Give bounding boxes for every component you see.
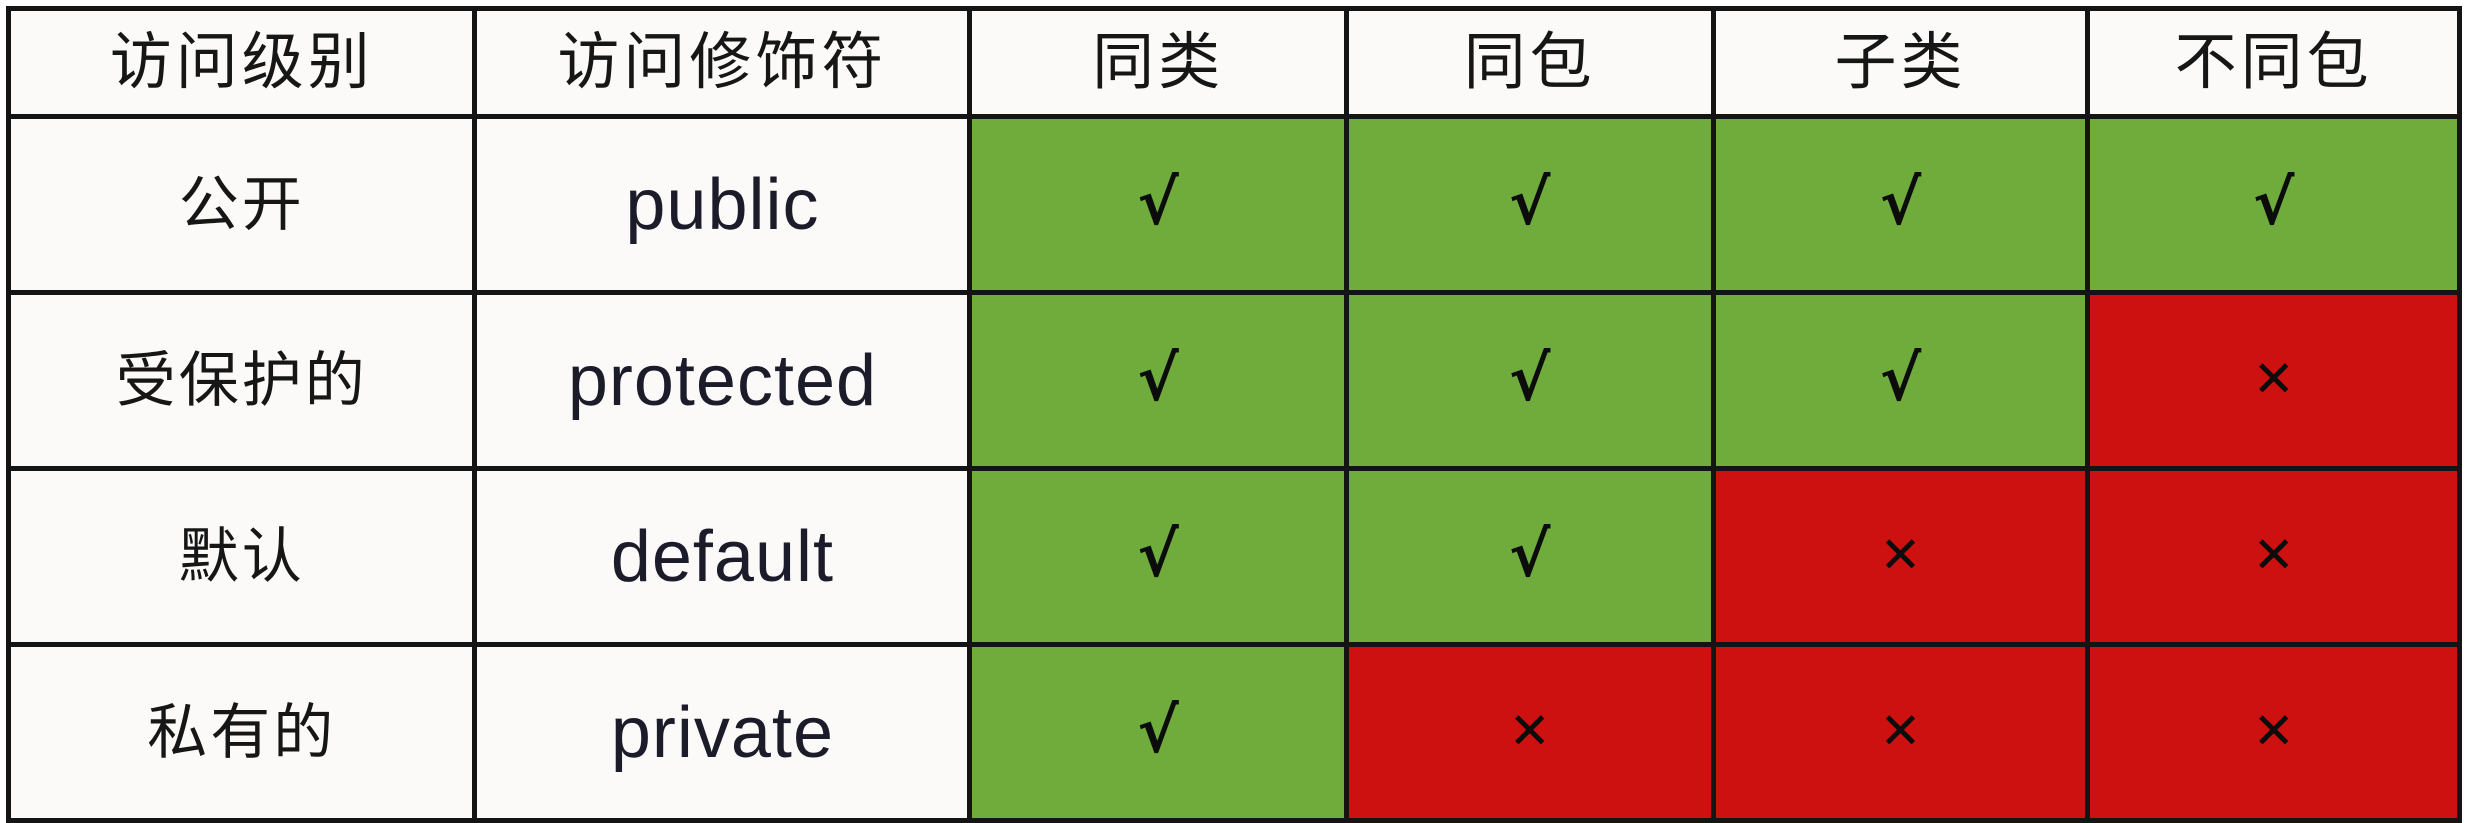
cell-subclass-allow: √ [1710,290,2091,471]
access-modifier-keyword: public [625,164,820,245]
column-header-level-label: 访问级别 [109,27,374,97]
access-modifier-keyword: default [610,516,835,597]
cell-same_package-deny: ✕ [1343,642,1716,823]
cross-icon: ✕ [2252,701,2295,760]
cell-diff_package-deny: ✕ [2085,642,2462,823]
table-body: 公开 public √ √ √ √ 受保护的 protected √ √ √ ✕ 默认 default √ √… [5,114,2462,823]
cross-icon: ✕ [1879,701,1922,760]
checkmark-icon: √ [1137,517,1179,591]
cell-access-level: 私有的 [5,642,478,823]
cell-diff_package-deny: ✕ [2085,290,2462,471]
cell-same_class-allow: √ [967,290,1349,471]
checkmark-icon: √ [1137,693,1179,767]
access-modifier-keyword: protected [567,340,878,421]
cell-same_class-allow: √ [967,642,1349,823]
cross-icon: ✕ [2252,525,2295,584]
column-header-level: 访问级别 [5,6,478,119]
cross-icon: ✕ [1879,525,1922,584]
table-header-row: 访问级别 访问修饰符 同类 同包 子类 不同包 [5,6,2462,119]
access-modifier-table-container: 访问级别 访问修饰符 同类 同包 子类 不同包 公开 public √ √ √ [0,0,2468,823]
cell-same_class-allow: √ [967,466,1349,647]
checkmark-icon: √ [2253,165,2295,239]
cell-same_package-allow: √ [1343,114,1716,295]
table-row: 默认 default √ √ ✕ ✕ [5,466,2462,647]
table-row: 私有的 private √ ✕ ✕ ✕ [5,642,2462,823]
table-row: 公开 public √ √ √ √ [5,114,2462,295]
cross-icon: ✕ [2252,349,2295,408]
column-header-modifier-label: 访问修饰符 [557,27,888,97]
column-header-same-package-label: 同包 [1463,27,1596,97]
column-header-same-class-label: 同类 [1092,27,1225,97]
cell-access-level: 受保护的 [5,290,478,471]
column-header-diff-package: 不同包 [2085,6,2462,119]
column-header-modifier: 访问修饰符 [472,6,973,119]
cell-access-level: 默认 [5,466,478,647]
table-head: 访问级别 访问修饰符 同类 同包 子类 不同包 [5,6,2462,119]
checkmark-icon: √ [1509,517,1551,591]
cell-access-modifier: default [472,466,973,647]
cell-access-modifier: public [472,114,973,295]
table-row: 受保护的 protected √ √ √ ✕ [5,290,2462,471]
access-level-label: 受保护的 [115,346,368,414]
column-header-subclass: 子类 [1710,6,2091,119]
access-level-label: 默认 [178,522,305,590]
column-header-subclass-label: 子类 [1834,27,1967,97]
checkmark-icon: √ [1137,341,1179,415]
access-level-label: 私有的 [147,698,337,766]
cell-same_class-allow: √ [967,114,1349,295]
column-header-same-class: 同类 [967,6,1349,119]
checkmark-icon: √ [1879,165,1922,239]
access-modifier-keyword: private [610,692,834,773]
cell-access-level: 公开 [5,114,478,295]
cell-subclass-allow: √ [1710,114,2091,295]
cell-same_package-allow: √ [1343,466,1716,647]
cell-subclass-deny: ✕ [1710,466,2091,647]
checkmark-icon: √ [1509,165,1551,239]
cell-access-modifier: protected [472,290,973,471]
access-level-label: 公开 [178,170,305,238]
cell-access-modifier: private [472,642,973,823]
checkmark-icon: √ [1879,341,1922,415]
cross-icon: ✕ [1508,701,1551,760]
cell-diff_package-deny: ✕ [2085,466,2462,647]
cell-subclass-deny: ✕ [1710,642,2091,823]
cell-same_package-allow: √ [1343,290,1716,471]
column-header-same-package: 同包 [1343,6,1716,119]
cell-diff_package-allow: √ [2085,114,2462,295]
checkmark-icon: √ [1137,165,1179,239]
checkmark-icon: √ [1509,341,1551,415]
access-modifier-table: 访问级别 访问修饰符 同类 同包 子类 不同包 公开 public √ √ √ [5,6,2462,823]
column-header-diff-package-label: 不同包 [2174,27,2373,97]
